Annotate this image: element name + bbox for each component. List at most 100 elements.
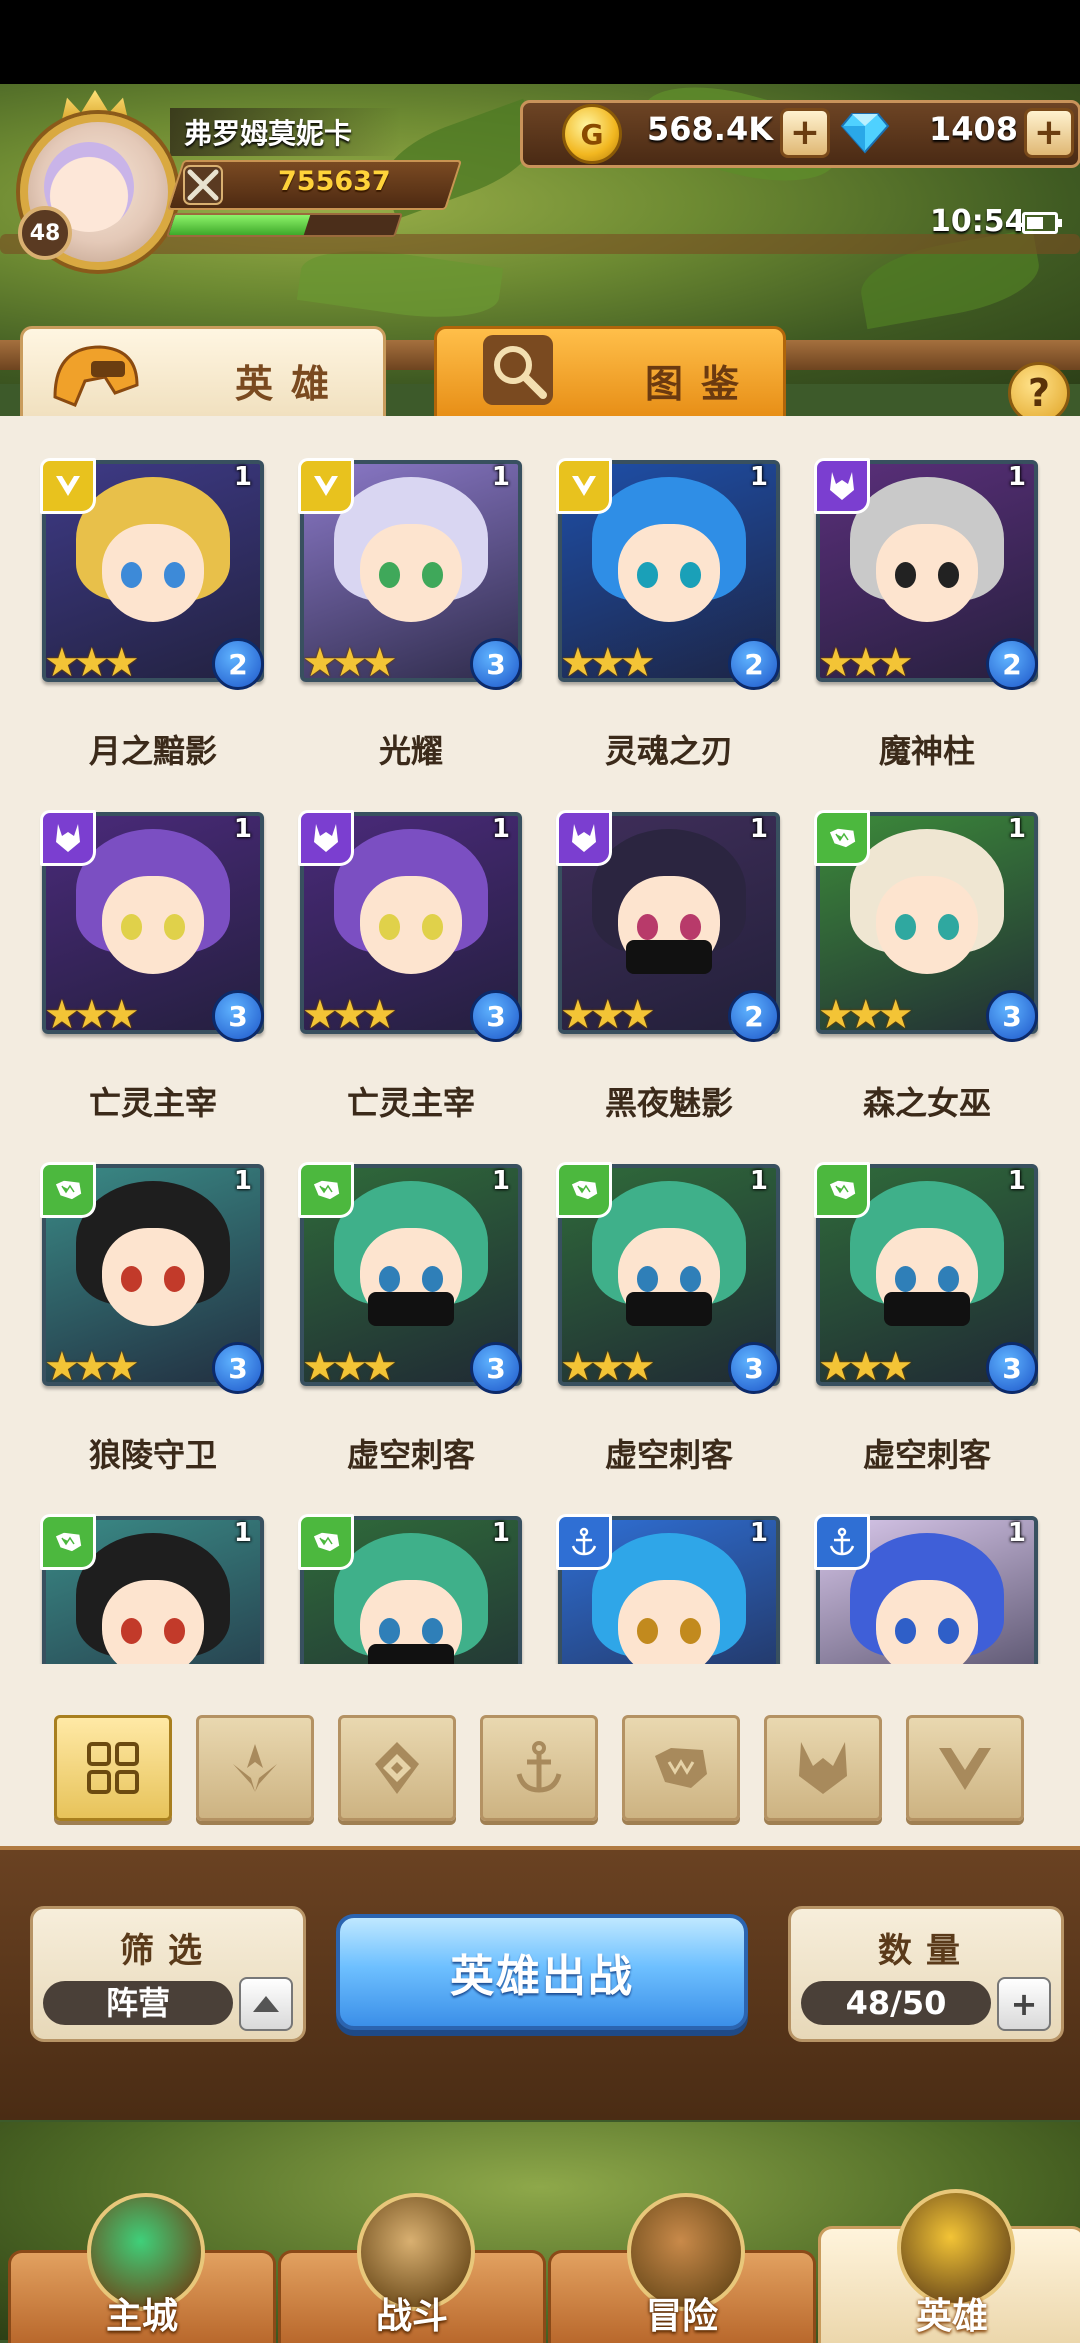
filter-rune-faction-button[interactable] (338, 1715, 456, 1821)
hero-card[interactable]: 1 (814, 1514, 1038, 1664)
hero-eye (163, 1618, 186, 1645)
filter-anchor-faction-button[interactable] (480, 1715, 598, 1821)
nav-tab-2[interactable]: 战斗 (278, 2193, 546, 2343)
hero-name: 月之黯影 (88, 732, 217, 770)
light-faction-icon (298, 458, 354, 514)
filter-value[interactable]: 阵营 (43, 1981, 233, 2025)
hero-stars: ★★★ (560, 992, 656, 1038)
gem-amount: 1408 (928, 110, 1018, 148)
hero-mask (368, 1292, 454, 1327)
nav-tab-1[interactable]: 主城 (8, 2193, 276, 2343)
filter-all-grid-button[interactable] (54, 1715, 172, 1821)
filter-beast-faction-button[interactable] (622, 1715, 740, 1821)
chevron-up-icon (253, 1996, 279, 2012)
hero-card[interactable]: 1 (40, 1514, 264, 1664)
hero-name: 亡灵主宰 (88, 1084, 217, 1122)
hero-eye (163, 562, 186, 589)
hero-face (617, 523, 721, 623)
hero-rank-badge: 3 (470, 638, 522, 690)
deploy-heroes-button[interactable]: 英雄出战 (336, 1914, 748, 2030)
light-faction-icon (40, 458, 96, 514)
hero-stars: ★★★ (818, 640, 914, 686)
dark-faction-icon (40, 810, 96, 866)
crossed-swords-icon (183, 165, 223, 205)
hero-card[interactable]: 1 ★★★ 3 亡灵主宰 (40, 810, 264, 1122)
add-gems-button[interactable]: + (1024, 108, 1074, 158)
magnifier-icon (483, 335, 553, 405)
hero-card[interactable]: 1 ★★★ 3 虚空刺客 (556, 1162, 780, 1474)
hero-face (875, 523, 979, 623)
hero-rank-badge: 3 (470, 1342, 522, 1394)
forest-faction-icon (814, 1162, 870, 1218)
help-button[interactable]: ? (1008, 362, 1070, 424)
hero-mask (626, 1292, 712, 1327)
hero-mask (626, 940, 712, 975)
hero-level: 1 (1007, 1518, 1026, 1548)
hero-eye (937, 562, 960, 589)
hero-card[interactable]: 1 ★★★ 3 亡灵主宰 (298, 810, 522, 1122)
hero-eye (937, 1618, 960, 1645)
hero-face (101, 875, 205, 975)
hero-face (875, 1579, 979, 1664)
anchor-faction-icon (509, 1738, 569, 1798)
hero-card[interactable]: 1 ★★★ 3 虚空刺客 (298, 1162, 522, 1474)
expand-slots-button[interactable]: + (997, 1977, 1051, 2031)
player-level-badge: 48 (18, 206, 72, 260)
hero-eye (421, 562, 444, 589)
hero-rank-badge: 2 (728, 990, 780, 1042)
hero-list-panel: 1 ★★★ 2 月之黯影 1 ★★★ 3 光耀 1 ★★★ 2 灵魂之刃 1 ★★★ 2 魔神柱 1 ★★★ 3 亡灵… (0, 416, 1080, 1846)
hero-mask (884, 1292, 970, 1327)
filter-demon-faction-button[interactable] (764, 1715, 882, 1821)
nav-tab-3[interactable]: 冒险 (548, 2193, 816, 2343)
hero-stars: ★★★ (818, 992, 914, 1038)
hero-level: 1 (749, 1518, 768, 1548)
hero-name: 光耀 (378, 732, 443, 770)
filter-light-faction-button[interactable] (196, 1715, 314, 1821)
light-faction-icon (556, 458, 612, 514)
hero-card[interactable]: 1 ★★★ 3 森之女巫 (814, 810, 1038, 1122)
forest-faction-icon (298, 1514, 354, 1570)
hero-eye (163, 914, 186, 941)
tab-heroes[interactable]: 英雄 (20, 326, 386, 421)
hero-eye (937, 914, 960, 941)
hero-card[interactable]: 1 ★★★ 2 月之黯影 (40, 458, 264, 770)
hero-face (359, 523, 463, 623)
hero-card[interactable]: 1 ★★★ 2 黑夜魅影 (556, 810, 780, 1122)
beast-faction-icon (651, 1738, 711, 1798)
count-title: 数量 (878, 1931, 974, 1971)
count-panel: 数量 48/50 + (788, 1906, 1064, 2042)
hero-stars: ★★★ (560, 640, 656, 686)
nav-label: 战斗 (375, 2296, 448, 2337)
hero-card[interactable]: 1 ★★★ 3 光耀 (298, 458, 522, 770)
hero-stars: ★★★ (560, 1344, 656, 1390)
hero-stars: ★★★ (302, 992, 398, 1038)
filter-toggle-button[interactable] (239, 1977, 293, 2031)
nav-tab-4[interactable]: 英雄 (818, 2189, 1080, 2343)
hero-rank-badge: 3 (728, 1342, 780, 1394)
hero-card[interactable]: 1 (556, 1514, 780, 1664)
rune-faction-icon (367, 1738, 427, 1798)
hero-eye (421, 1618, 444, 1645)
hero-level: 1 (233, 462, 252, 492)
sea-faction-icon (556, 1514, 612, 1570)
hero-face (875, 875, 979, 975)
dark-faction-icon (298, 810, 354, 866)
tab-codex[interactable]: 图鉴 (434, 326, 786, 421)
hero-name: 森之女巫 (862, 1084, 991, 1122)
hero-name: 狼陵守卫 (88, 1436, 217, 1474)
hero-grid: 1 ★★★ 2 月之黯影 1 ★★★ 3 光耀 1 ★★★ 2 灵魂之刃 1 ★★★ 2 魔神柱 1 ★★★ 3 亡灵… (0, 416, 1080, 1664)
filter-wing-faction-button[interactable] (906, 1715, 1024, 1821)
hero-level: 1 (233, 814, 252, 844)
hero-card[interactable]: 1 (298, 1514, 522, 1664)
hero-card[interactable]: 1 ★★★ 2 灵魂之刃 (556, 458, 780, 770)
hero-face (101, 1579, 205, 1664)
hero-rank-badge: 3 (212, 1342, 264, 1394)
hero-card[interactable]: 1 ★★★ 3 狼陵守卫 (40, 1162, 264, 1474)
wing-faction-icon (935, 1738, 995, 1798)
hero-mask (368, 1644, 454, 1664)
hero-card[interactable]: 1 ★★★ 3 虚空刺客 (814, 1162, 1038, 1474)
hero-card[interactable]: 1 ★★★ 2 魔神柱 (814, 458, 1038, 770)
add-gold-button[interactable]: + (780, 108, 830, 158)
hero-face (617, 1579, 721, 1664)
hero-level: 1 (749, 462, 768, 492)
